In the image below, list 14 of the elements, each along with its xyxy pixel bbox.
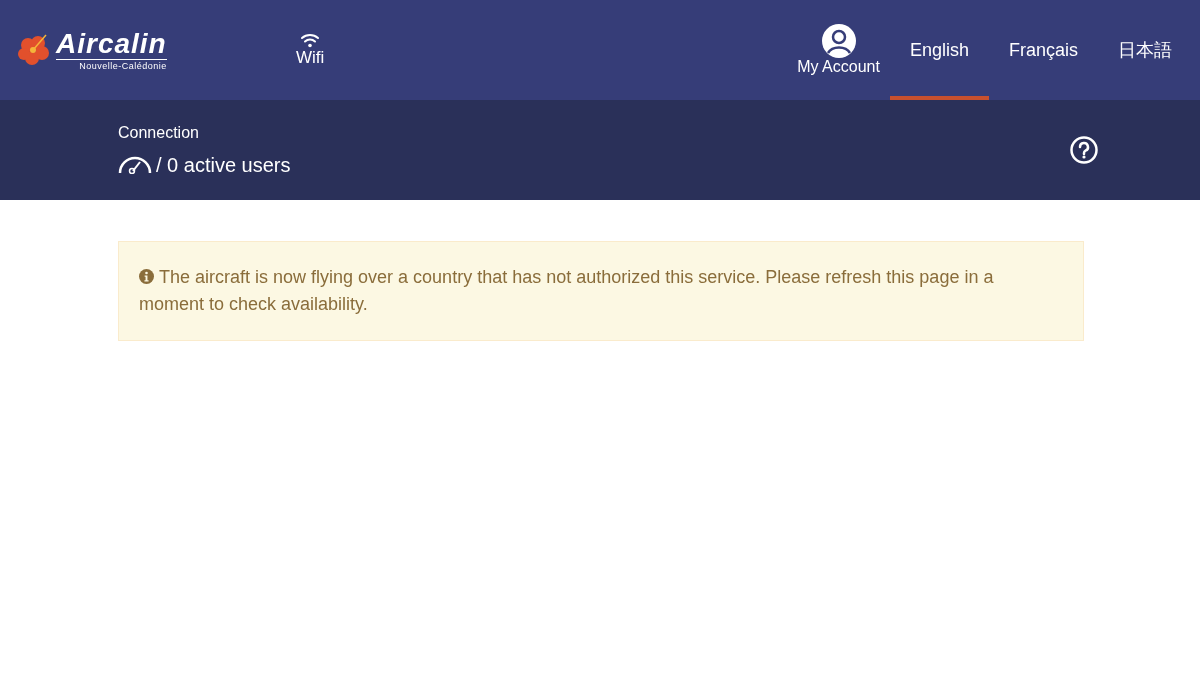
language-tab[interactable]: Français [988, 0, 1098, 100]
info-icon [139, 269, 154, 284]
logo-tagline: Nouvelle-Calédonie [79, 60, 167, 71]
connection-title: Connection [118, 123, 200, 142]
user-icon [821, 24, 856, 58]
wifi-link[interactable]: Wifi [296, 0, 325, 100]
logo-wordmark: Aircalin [56, 29, 167, 60]
wifi-icon [300, 32, 321, 48]
alert-message: The aircraft is now flying over a country that has not authorized this service. Please refresh this page in a moment to check availability. [139, 266, 995, 316]
language-tab[interactable]: 日本語 [1098, 0, 1192, 100]
active-users-status: / 0 active users [156, 153, 291, 177]
speedometer-icon [118, 156, 152, 174]
help-icon[interactable] [1070, 136, 1098, 164]
account-link[interactable]: My Account [787, 0, 890, 100]
